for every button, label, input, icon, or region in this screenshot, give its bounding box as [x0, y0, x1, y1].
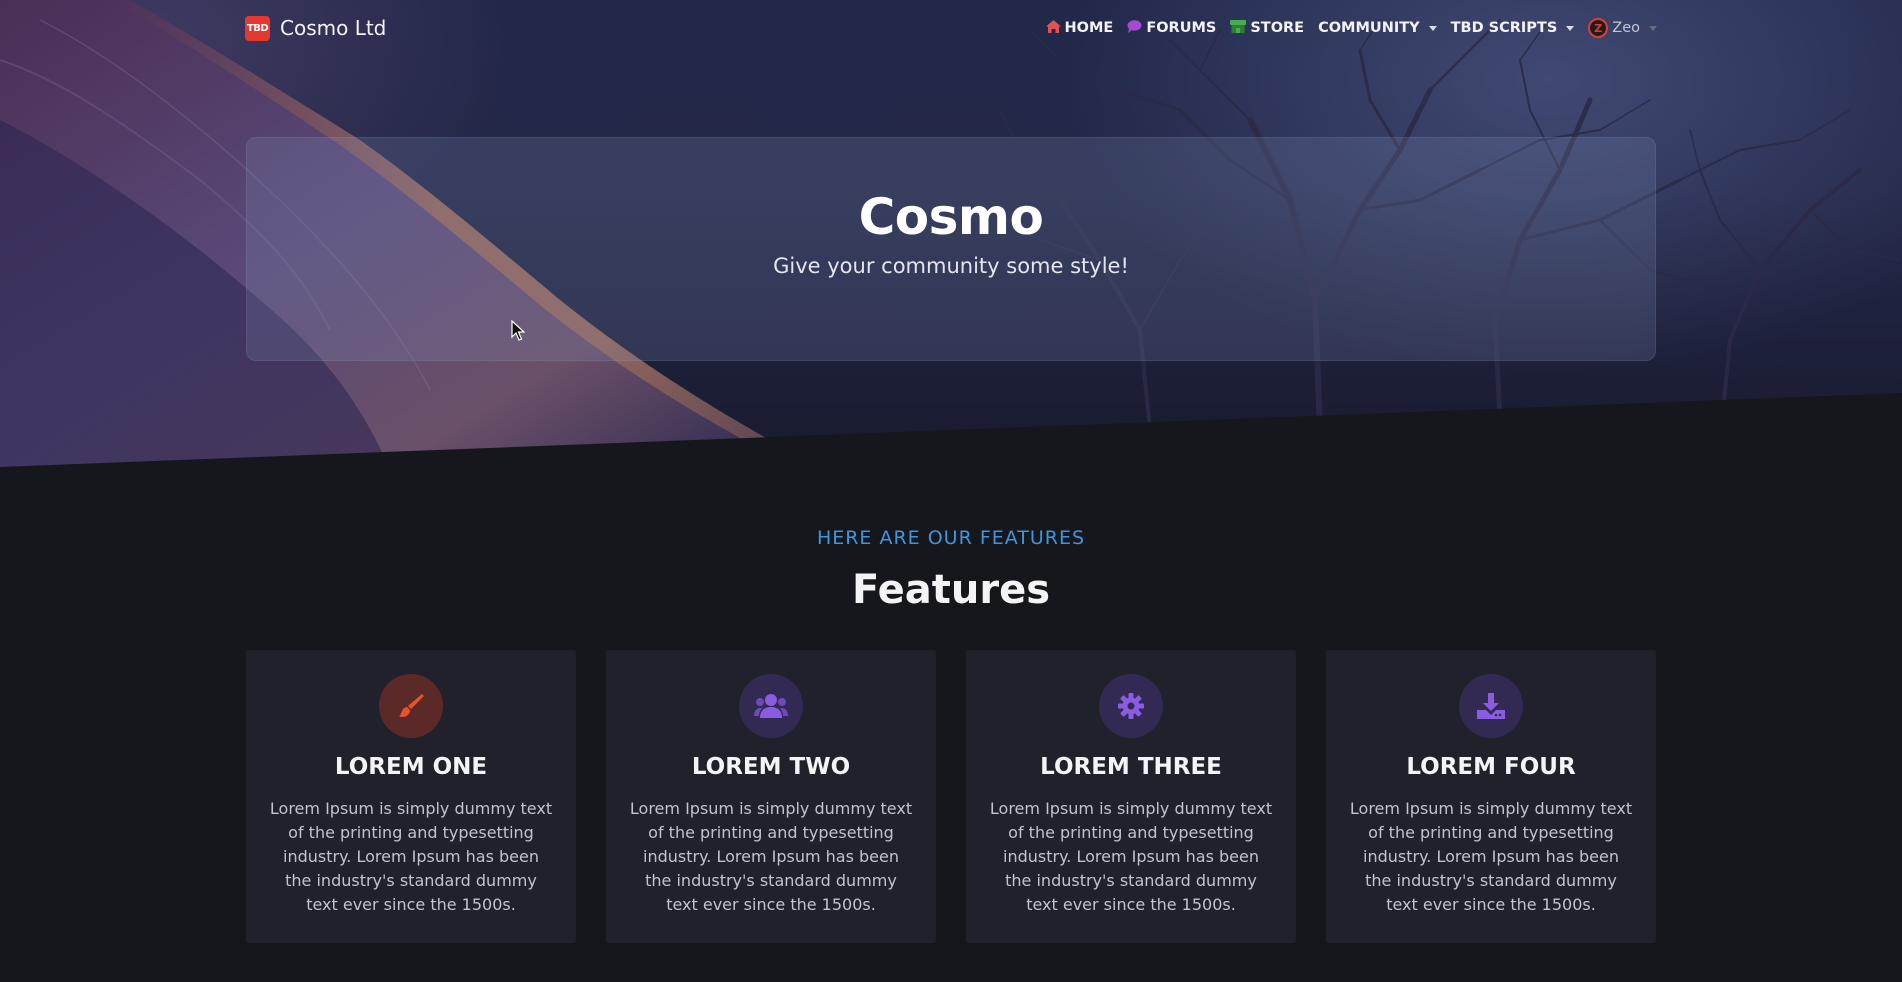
nav-community-label: COMMUNITY	[1318, 20, 1420, 36]
feature-card-text: Lorem Ipsum is simply dummy text of the …	[269, 799, 553, 914]
avatar: Z	[1588, 18, 1609, 38]
nav-forums-label: FORUMS	[1146, 20, 1217, 36]
user-name: Zeo	[1612, 20, 1640, 36]
top-navbar: TBD Cosmo Ltd HOME FORUMS STORE COMMUNIT…	[0, 0, 1902, 56]
store-awning-icon	[1230, 19, 1247, 37]
user-menu-dropdown[interactable]: Z Zeo	[1588, 18, 1657, 38]
feature-card-title: LOREM FOUR	[1406, 754, 1576, 780]
mouse-pointer-icon	[511, 320, 525, 341]
chevron-down-icon	[1566, 25, 1575, 31]
gear-icon	[1099, 674, 1163, 738]
main-nav: HOME FORUMS STORE COMMUNITY TBD SCRIPTS …	[1045, 17, 1657, 39]
nav-community-dropdown[interactable]: COMMUNITY	[1318, 20, 1437, 36]
paintbrush-icon	[379, 674, 443, 738]
nav-store-label: STORE	[1250, 20, 1305, 36]
feature-cards: LOREM ONE Lorem Ipsum is simply dummy te…	[246, 650, 1656, 943]
nav-home[interactable]: HOME	[1045, 19, 1114, 37]
brand-logo: TBD	[245, 15, 270, 41]
chevron-down-icon	[1428, 25, 1437, 31]
feature-card-text: Lorem Ipsum is simply dummy text of the …	[1349, 799, 1633, 914]
nav-forums[interactable]: FORUMS	[1127, 19, 1217, 37]
brand-name: Cosmo Ltd	[280, 16, 387, 40]
feature-card-title: LOREM ONE	[334, 754, 488, 780]
hero-subtitle: Give your community some style!	[773, 254, 1129, 278]
home-icon	[1045, 19, 1061, 37]
nav-home-label: HOME	[1064, 20, 1114, 36]
hero-card: Cosmo Give your community some style!	[246, 137, 1656, 361]
chevron-down-icon	[1649, 25, 1657, 31]
download-icon	[1459, 674, 1523, 738]
feature-card: LOREM FOUR Lorem Ipsum is simply dummy t…	[1326, 650, 1656, 943]
nav-tbd-scripts-dropdown[interactable]: TBD SCRIPTS	[1451, 20, 1575, 36]
nav-store[interactable]: STORE	[1230, 19, 1305, 37]
brand-link[interactable]: TBD Cosmo Ltd	[245, 15, 386, 41]
features-kicker: HERE ARE OUR FEATURES	[816, 527, 1086, 549]
feature-card: LOREM THREE Lorem Ipsum is simply dummy …	[966, 650, 1296, 943]
feature-card-text: Lorem Ipsum is simply dummy text of the …	[629, 799, 913, 914]
feature-card-text: Lorem Ipsum is simply dummy text of the …	[989, 799, 1273, 914]
feature-card: LOREM TWO Lorem Ipsum is simply dummy te…	[606, 650, 936, 943]
chat-bubble-icon	[1127, 19, 1142, 37]
features-title: Features	[851, 567, 1051, 613]
nav-tbd-scripts-label: TBD SCRIPTS	[1450, 20, 1558, 36]
hero-title: Cosmo	[858, 188, 1044, 246]
feature-card-title: LOREM THREE	[1040, 754, 1222, 780]
feature-card: LOREM ONE Lorem Ipsum is simply dummy te…	[246, 650, 576, 943]
users-icon	[739, 674, 803, 738]
feature-card-title: LOREM TWO	[691, 754, 851, 780]
